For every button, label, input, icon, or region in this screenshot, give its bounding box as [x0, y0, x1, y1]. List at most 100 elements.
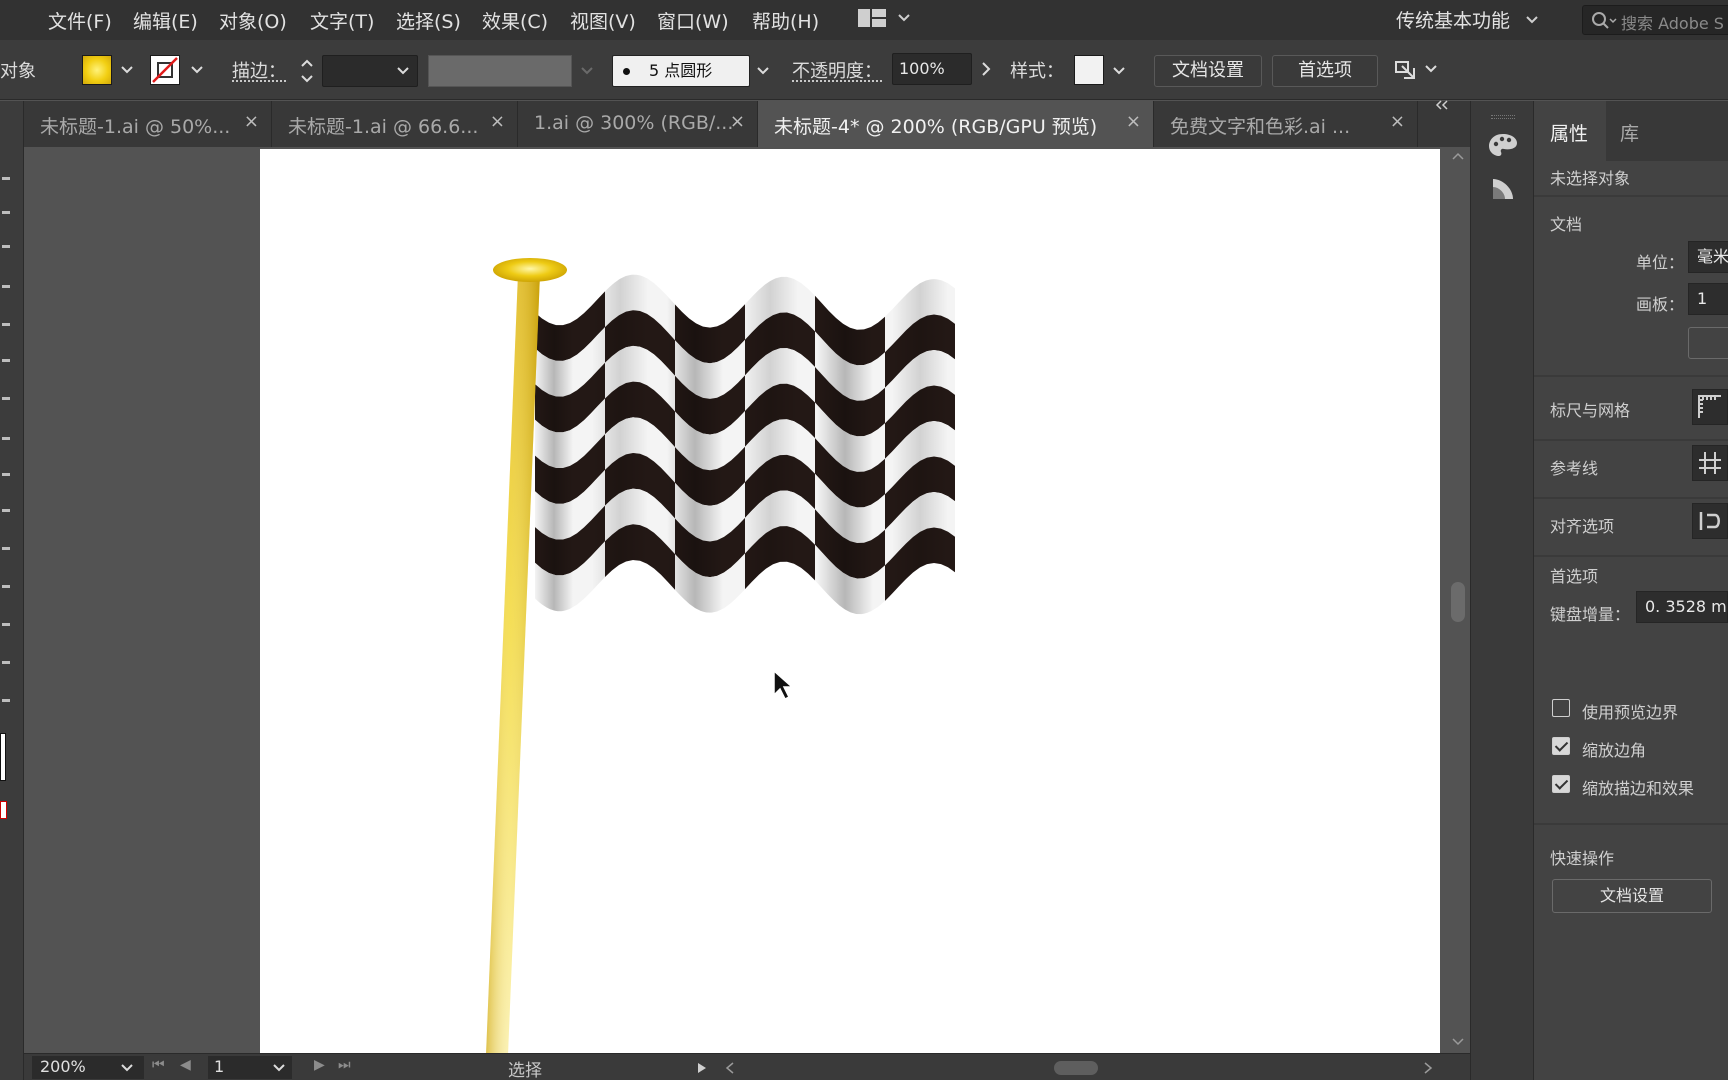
- quick-document-setup-button[interactable]: 文档设置: [1552, 879, 1712, 913]
- close-icon[interactable]: ×: [1390, 111, 1405, 132]
- stroke-weight-stepper[interactable]: [298, 56, 316, 86]
- close-icon[interactable]: ×: [244, 111, 259, 132]
- vertical-scroll-thumb[interactable]: [1451, 582, 1465, 622]
- checkered-flag[interactable]: [535, 275, 955, 615]
- tool-pencil-icon[interactable]: [2, 397, 10, 400]
- variable-width-profile[interactable]: [428, 55, 572, 87]
- edit-artboards-button[interactable]: [1688, 327, 1728, 359]
- menu-type[interactable]: 文字(T): [310, 7, 374, 34]
- scroll-left-icon[interactable]: [724, 1061, 736, 1075]
- close-icon[interactable]: ×: [490, 111, 505, 132]
- tool-artboard-icon[interactable]: [2, 661, 10, 664]
- chevron-down-icon[interactable]: [1526, 16, 1538, 24]
- tool-type-icon[interactable]: [2, 285, 10, 288]
- tab-document-5[interactable]: 免费文字和色彩.ai ... ×: [1154, 101, 1418, 147]
- tool-line-icon[interactable]: [2, 323, 10, 326]
- stroke-color-indicator[interactable]: [0, 801, 7, 819]
- scale-corners-label: 缩放边角: [1582, 737, 1646, 761]
- search-input[interactable]: 搜索 Adobe S: [1582, 5, 1728, 35]
- flag-pole-cap[interactable]: [493, 258, 567, 282]
- properties-panel-tabs: 属性 库: [1534, 101, 1728, 161]
- gradient-panel-icon[interactable]: [1489, 175, 1517, 203]
- tool-gradient-icon[interactable]: [2, 585, 10, 588]
- units-dropdown[interactable]: 毫米: [1688, 241, 1728, 273]
- chevron-down-icon[interactable]: [116, 55, 138, 85]
- menu-file[interactable]: 文件(F): [48, 7, 112, 34]
- tab-document-1[interactable]: 未标题-1.ai @ 50%... ×: [24, 101, 272, 147]
- menu-effect[interactable]: 效果(C): [482, 7, 548, 34]
- document-setup-button[interactable]: 文档设置: [1154, 55, 1262, 87]
- tool-pen-icon[interactable]: [2, 245, 10, 248]
- document-canvas[interactable]: [24, 147, 1470, 1053]
- previous-artboard-icon[interactable]: ◀: [180, 1057, 191, 1073]
- flag-pole[interactable]: [486, 274, 540, 1053]
- scroll-down-icon[interactable]: [1451, 1037, 1465, 1047]
- tool-width-icon[interactable]: [2, 473, 10, 476]
- opacity-label[interactable]: 不透明度：: [792, 57, 882, 83]
- tab-document-2[interactable]: 未标题-1.ai @ 66.6... ×: [272, 101, 518, 147]
- color-palette-icon[interactable]: [1487, 131, 1519, 159]
- menu-help[interactable]: 帮助(H): [752, 7, 819, 34]
- preferences-button[interactable]: 首选项: [1272, 55, 1378, 87]
- tool-selection-icon[interactable]: [2, 177, 10, 180]
- scale-strokes-checkbox[interactable]: [1552, 775, 1570, 793]
- horizontal-scroll-thumb[interactable]: [1054, 1061, 1098, 1075]
- checkered-flag-artwork[interactable]: [260, 149, 1440, 1053]
- first-artboard-icon[interactable]: ⏮: [152, 1057, 165, 1073]
- close-icon[interactable]: ×: [1126, 111, 1141, 132]
- tab-properties[interactable]: 属性: [1534, 101, 1606, 161]
- divider: [1534, 497, 1728, 499]
- tool-rotate-icon[interactable]: [2, 437, 10, 440]
- chevron-down-icon[interactable]: [186, 55, 208, 85]
- tab-document-3[interactable]: 1.ai @ 300% (RGB/... ×: [518, 101, 758, 147]
- tab-document-active[interactable]: 未标题-4* @ 200% (RGB/GPU 预览) ×: [758, 101, 1154, 147]
- use-preview-bounds-checkbox[interactable]: [1552, 699, 1570, 717]
- tab-libraries[interactable]: 库: [1620, 119, 1639, 146]
- close-icon[interactable]: ×: [730, 111, 745, 132]
- menu-window[interactable]: 窗口(W): [657, 7, 729, 34]
- quick-actions-section-title: 快速操作: [1550, 845, 1614, 869]
- keyboard-increment-field[interactable]: 0. 3528 mm: [1636, 591, 1728, 623]
- menu-object[interactable]: 对象(O): [219, 7, 287, 34]
- snap-to-point-button[interactable]: [1692, 503, 1728, 539]
- tool-brush-icon[interactable]: [2, 359, 10, 362]
- last-artboard-icon[interactable]: ⏭: [338, 1057, 351, 1073]
- ruler-button[interactable]: [1692, 389, 1728, 425]
- graphic-style-swatch[interactable]: [1074, 55, 1104, 85]
- chevron-down-icon[interactable]: [1112, 66, 1126, 76]
- chevron-down-icon[interactable]: [756, 66, 770, 76]
- scale-corners-checkbox[interactable]: [1552, 737, 1570, 755]
- collapse-panels-icon[interactable]: [1432, 99, 1452, 113]
- scroll-up-icon[interactable]: [1451, 151, 1465, 161]
- tool-shape-builder-icon[interactable]: [2, 547, 10, 550]
- chevron-down-icon[interactable]: [272, 1063, 286, 1073]
- dock-grip[interactable]: [1491, 115, 1515, 119]
- tool-magic-wand-icon[interactable]: [2, 211, 10, 214]
- stroke-swatch[interactable]: [150, 55, 180, 85]
- menu-view[interactable]: 视图(V): [570, 7, 636, 34]
- guides-button[interactable]: [1692, 445, 1728, 481]
- opacity-field[interactable]: 100%: [892, 53, 972, 85]
- stroke-label[interactable]: 描边：: [232, 57, 286, 83]
- brush-definition-field[interactable]: 5 点圆形: [612, 55, 750, 87]
- fill-color-indicator[interactable]: [0, 733, 6, 781]
- status-menu-icon[interactable]: [696, 1061, 708, 1075]
- tool-free-transform-icon[interactable]: [2, 509, 10, 512]
- workspace-switcher[interactable]: 传统基本功能: [1396, 6, 1510, 33]
- artboard[interactable]: [260, 149, 1440, 1053]
- menu-select[interactable]: 选择(S): [396, 7, 461, 34]
- chevron-right-icon[interactable]: [980, 60, 992, 78]
- chevron-down-icon[interactable]: [396, 66, 410, 76]
- arrange-documents-button[interactable]: [858, 9, 914, 31]
- arrange-icon[interactable]: [1392, 56, 1442, 86]
- flag-fold-shade: [817, 298, 873, 614]
- next-artboard-icon[interactable]: ▶: [314, 1057, 325, 1073]
- tool-hand-icon[interactable]: [2, 699, 10, 702]
- scroll-right-icon[interactable]: [1422, 1061, 1434, 1075]
- chevron-down-icon[interactable]: [120, 1063, 134, 1073]
- tool-eyedropper-icon[interactable]: [2, 623, 10, 626]
- menu-edit[interactable]: 编辑(E): [133, 7, 198, 34]
- vertical-scrollbar[interactable]: [1446, 147, 1470, 1053]
- artboard-dropdown[interactable]: 1: [1688, 283, 1728, 315]
- fill-swatch[interactable]: [82, 55, 112, 85]
